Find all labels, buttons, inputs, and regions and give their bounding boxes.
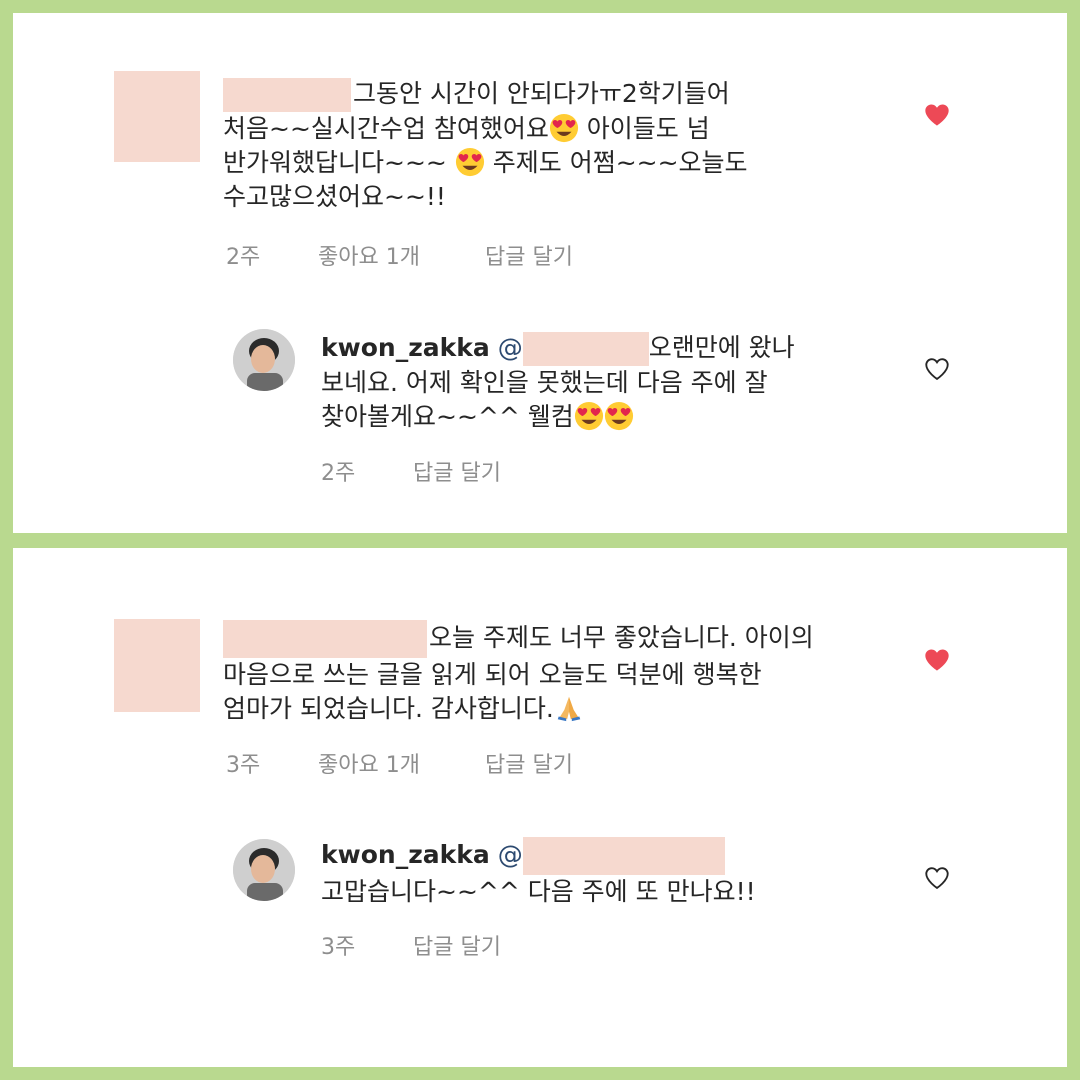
folded-hands-emoji <box>554 693 584 723</box>
redacted-username[interactable] <box>223 620 427 658</box>
comment-panel-1: 그동안 시간이 안되다가ㅠ2학기들어 처음~~실시간수업 참여했어요 아이들도 … <box>13 13 1067 533</box>
redacted-mention[interactable] <box>522 837 725 875</box>
comment-likes[interactable]: 좋아요 1개 <box>318 747 478 779</box>
comment-meta: 3주 좋아요 1개 답글 달기 <box>226 747 573 779</box>
comment-meta: 2주 좋아요 1개 답글 달기 <box>226 239 573 271</box>
reply-button[interactable]: 답글 달기 <box>485 239 573 271</box>
comment-line: 마음으로 쓰는 글을 읽게 되어 오늘도 덕분에 행복한 <box>223 660 762 689</box>
comment-line: 아이들도 넘 <box>578 114 710 143</box>
redacted-mention[interactable] <box>522 332 649 366</box>
username[interactable]: kwon_zakka <box>321 333 490 362</box>
comment-likes[interactable]: 좋아요 1개 <box>318 239 478 271</box>
reply-line: 오랜만에 왔나 <box>648 333 795 362</box>
reply-meta: 2주 답글 달기 <box>321 455 501 487</box>
comment-text: 오늘 주제도 너무 좋았습니다. 아이의 마음으로 쓰는 글을 읽게 되어 오늘… <box>223 620 903 726</box>
avatar[interactable] <box>233 839 295 901</box>
comment-line: 반가워했답니다~~~ <box>223 148 455 177</box>
reply-text: kwon_zakka @ 오랜만에 왔나 보네요. 어제 확인을 못했는데 다음 … <box>321 331 921 434</box>
comment-text: 그동안 시간이 안되다가ㅠ2학기들어 처음~~실시간수업 참여했어요 아이들도 … <box>223 77 903 214</box>
reply-text: kwon_zakka @ 고맙습니다~~^^ 다음 주에 또 만나요!! <box>321 837 921 909</box>
reply-line: 고맙습니다~~^^ 다음 주에 또 만나요!! <box>321 877 756 906</box>
comment-time[interactable]: 2주 <box>226 239 311 271</box>
redacted-avatar[interactable] <box>114 71 200 162</box>
heart-filled-icon[interactable] <box>923 646 951 674</box>
reply-time[interactable]: 3주 <box>321 929 406 961</box>
comment-line: 주제도 어쩜~~~오늘도 <box>484 148 748 177</box>
redacted-avatar[interactable] <box>114 619 200 712</box>
comment-line: 처음~~실시간수업 참여했어요 <box>223 114 549 143</box>
comment-line: 엄마가 되었습니다. 감사합니다. <box>223 694 554 723</box>
comment-line: 오늘 주제도 너무 좋았습니다. 아이의 <box>429 623 814 652</box>
comment-time[interactable]: 3주 <box>226 747 311 779</box>
heart-eyes-emoji <box>604 401 634 431</box>
reply-meta: 3주 답글 달기 <box>321 929 501 961</box>
comment-panel-2: 오늘 주제도 너무 좋았습니다. 아이의 마음으로 쓰는 글을 읽게 되어 오늘… <box>13 548 1067 1067</box>
heart-eyes-emoji <box>574 401 604 431</box>
reply-button[interactable]: 답글 달기 <box>485 747 573 779</box>
reply-line: 찾아볼게요~~^^ 웰컴 <box>321 402 574 431</box>
reply-time[interactable]: 2주 <box>321 455 406 487</box>
username[interactable]: kwon_zakka <box>321 840 490 869</box>
heart-outline-icon[interactable] <box>923 864 951 892</box>
heart-filled-icon[interactable] <box>923 101 951 129</box>
reply-button[interactable]: 답글 달기 <box>413 929 501 961</box>
avatar[interactable] <box>233 329 295 391</box>
heart-eyes-emoji <box>549 113 579 143</box>
heart-eyes-emoji <box>455 147 485 177</box>
mention-at: @ <box>497 840 523 869</box>
mention-at: @ <box>497 333 523 362</box>
comment-line: 그동안 시간이 안되다가ㅠ2학기들어 <box>353 79 730 108</box>
reply-button[interactable]: 답글 달기 <box>413 455 501 487</box>
comment-line: 수고많으셨어요~~!! <box>223 182 446 211</box>
heart-outline-icon[interactable] <box>923 355 951 383</box>
redacted-username[interactable] <box>223 78 351 112</box>
reply-line: 보네요. 어제 확인을 못했는데 다음 주에 잘 <box>321 368 768 397</box>
